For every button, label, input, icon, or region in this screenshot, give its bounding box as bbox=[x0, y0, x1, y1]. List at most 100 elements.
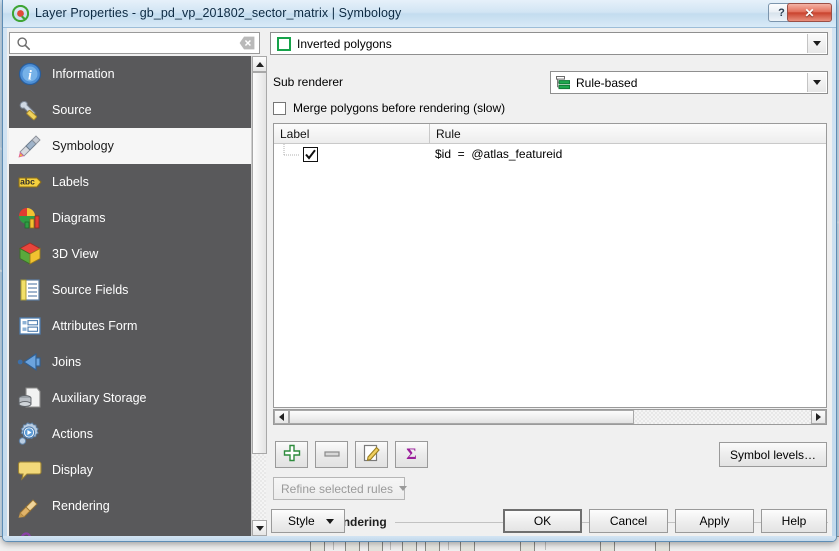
apply-button[interactable]: Apply bbox=[675, 509, 754, 533]
inverted-polygons-icon bbox=[277, 36, 291, 51]
count-features-button[interactable]: Σ bbox=[395, 441, 428, 468]
column-header-label[interactable]: Label bbox=[274, 124, 430, 143]
source-icon bbox=[17, 97, 43, 123]
edit-rule-button[interactable] bbox=[355, 441, 388, 468]
svg-text:i: i bbox=[28, 69, 32, 84]
sidebar-item-source[interactable]: Source bbox=[9, 92, 260, 128]
3d-view-icon bbox=[17, 241, 43, 267]
help-button[interactable]: Help bbox=[761, 509, 827, 533]
table-row[interactable]: $id = @atlas_featureid bbox=[274, 144, 826, 166]
dialog-titlebar[interactable]: Layer Properties - gb_pd_vp_201802_secto… bbox=[3, 0, 836, 28]
rules-table-body: $id = @atlas_featureid bbox=[274, 144, 826, 407]
rules-tree-horizontal-scrollbar[interactable] bbox=[273, 409, 827, 425]
remove-rule-button[interactable] bbox=[315, 441, 348, 468]
renderer-type-combobox[interactable]: Inverted polygons bbox=[270, 32, 828, 55]
qgis-icon bbox=[11, 4, 30, 23]
search-box[interactable] bbox=[9, 32, 260, 54]
information-icon: i bbox=[17, 61, 43, 87]
sidebar-item-joins[interactable]: Joins bbox=[9, 344, 260, 380]
sidebar-item-symbology[interactable]: Symbology bbox=[9, 128, 260, 164]
rule-enabled-checkbox[interactable] bbox=[303, 147, 318, 162]
sidebar-item-display[interactable]: Display bbox=[9, 452, 260, 488]
display-icon bbox=[17, 457, 43, 483]
ok-button[interactable]: OK bbox=[503, 509, 582, 533]
search-input[interactable] bbox=[34, 35, 234, 52]
auxiliary-storage-icon bbox=[17, 385, 43, 411]
sidebar-item-label: Information bbox=[52, 67, 115, 81]
actions-icon bbox=[17, 421, 43, 447]
sidebar-item-diagrams[interactable]: Diagrams bbox=[9, 200, 260, 236]
sidebar-item-source-fields[interactable]: Source Fields bbox=[9, 272, 260, 308]
chevron-right-icon bbox=[816, 413, 821, 421]
rule-expression-value: $id = @atlas_featureid bbox=[435, 147, 563, 161]
sidebar-item-label: Joins bbox=[52, 355, 82, 369]
sidebar-item-label: Symbology bbox=[52, 139, 114, 153]
remove-rule-icon bbox=[323, 448, 341, 462]
variables-icon bbox=[17, 529, 43, 536]
sidebar-item-actions[interactable]: Actions bbox=[9, 416, 260, 452]
sidebar-item-label: Actions bbox=[52, 427, 93, 441]
search-icon bbox=[16, 36, 31, 51]
add-rule-button[interactable] bbox=[275, 441, 308, 468]
labels-icon: abc bbox=[17, 169, 43, 195]
sidebar-item-variables[interactable] bbox=[9, 524, 260, 536]
sidebar-item-label: Auxiliary Storage bbox=[52, 391, 147, 405]
sidebar-item-label: Diagrams bbox=[52, 211, 106, 225]
titlebar-close-button[interactable]: ✕ bbox=[787, 3, 832, 22]
chevron-down-icon bbox=[255, 525, 264, 531]
refine-selected-rules-button[interactable]: Refine selected rules bbox=[273, 477, 408, 500]
chevron-down-icon[interactable] bbox=[807, 34, 826, 53]
edit-rule-icon bbox=[363, 444, 381, 465]
renderer-type-value: Inverted polygons bbox=[297, 36, 392, 51]
rendering-icon bbox=[17, 493, 43, 519]
symbol-levels-button[interactable]: Symbol levels… bbox=[718, 442, 827, 467]
refine-selected-rules-label: Refine selected rules bbox=[281, 481, 394, 496]
column-header-rule[interactable]: Rule bbox=[430, 124, 826, 143]
sub-renderer-label: Sub renderer bbox=[273, 75, 344, 89]
chevron-left-icon bbox=[279, 413, 284, 421]
sidebar-item-label: Source bbox=[52, 103, 92, 117]
sub-renderer-combobox[interactable]: Rule-based bbox=[550, 71, 828, 94]
joins-icon bbox=[17, 349, 43, 375]
sidebar-item-label: 3D View bbox=[52, 247, 99, 261]
count-features-icon: Σ bbox=[406, 445, 417, 463]
cancel-button[interactable]: Cancel bbox=[589, 509, 668, 533]
sidebar-item-label: Display bbox=[52, 463, 93, 477]
sidebar-item-rendering[interactable]: Rendering bbox=[9, 488, 260, 524]
rules-tree[interactable]: Label Rule $id = @atlas_featureid bbox=[273, 123, 827, 408]
chevron-up-icon bbox=[255, 61, 264, 67]
dialog-button-bar: Style OK Cancel Apply Help bbox=[265, 506, 833, 536]
chevron-down-icon bbox=[399, 486, 408, 491]
sidebar-item-attributes-form[interactable]: Attributes Form bbox=[9, 308, 260, 344]
chevron-down-icon[interactable] bbox=[807, 73, 826, 92]
sidebar-item-labels[interactable]: abc Labels bbox=[9, 164, 260, 200]
sidebar-item-information[interactable]: i Information bbox=[9, 56, 260, 92]
scrollbar-track[interactable] bbox=[252, 72, 267, 520]
sidebar-scrollbar[interactable] bbox=[251, 56, 267, 536]
style-button-label: Style bbox=[288, 514, 315, 528]
dialog-frame-left bbox=[3, 28, 7, 541]
scroll-right-button[interactable] bbox=[811, 410, 826, 424]
settings-navigation-panel: i Information Source Symbology abc Label… bbox=[8, 29, 267, 537]
attributes-form-icon bbox=[17, 313, 43, 339]
merge-polygons-checkbox[interactable]: Merge polygons before rendering (slow) bbox=[273, 101, 505, 115]
clear-icon[interactable] bbox=[239, 36, 255, 50]
diagrams-icon bbox=[17, 205, 43, 231]
sidebar-item-auxiliary-storage[interactable]: Auxiliary Storage bbox=[9, 380, 260, 416]
style-button[interactable]: Style bbox=[271, 509, 345, 533]
sidebar-item-label: Rendering bbox=[52, 499, 110, 513]
merge-polygons-label: Merge polygons before rendering (slow) bbox=[293, 101, 506, 115]
settings-nav-list[interactable]: i Information Source Symbology abc Label… bbox=[9, 56, 260, 536]
symbology-icon bbox=[17, 133, 43, 159]
sidebar-item-3d-view[interactable]: 3D View bbox=[9, 236, 260, 272]
sidebar-item-label: Labels bbox=[52, 175, 89, 189]
scrollbar-thumb[interactable] bbox=[289, 410, 634, 424]
layer-properties-dialog: Layer Properties - gb_pd_vp_201802_secto… bbox=[2, 0, 837, 542]
rule-based-icon bbox=[556, 75, 570, 90]
window-title: Layer Properties - gb_pd_vp_201802_secto… bbox=[35, 6, 402, 20]
chevron-down-icon bbox=[326, 518, 334, 524]
rules-table-header: Label Rule bbox=[274, 124, 826, 144]
source-fields-icon bbox=[17, 277, 43, 303]
sidebar-item-label: Source Fields bbox=[52, 283, 129, 297]
scroll-left-button[interactable] bbox=[274, 410, 289, 424]
